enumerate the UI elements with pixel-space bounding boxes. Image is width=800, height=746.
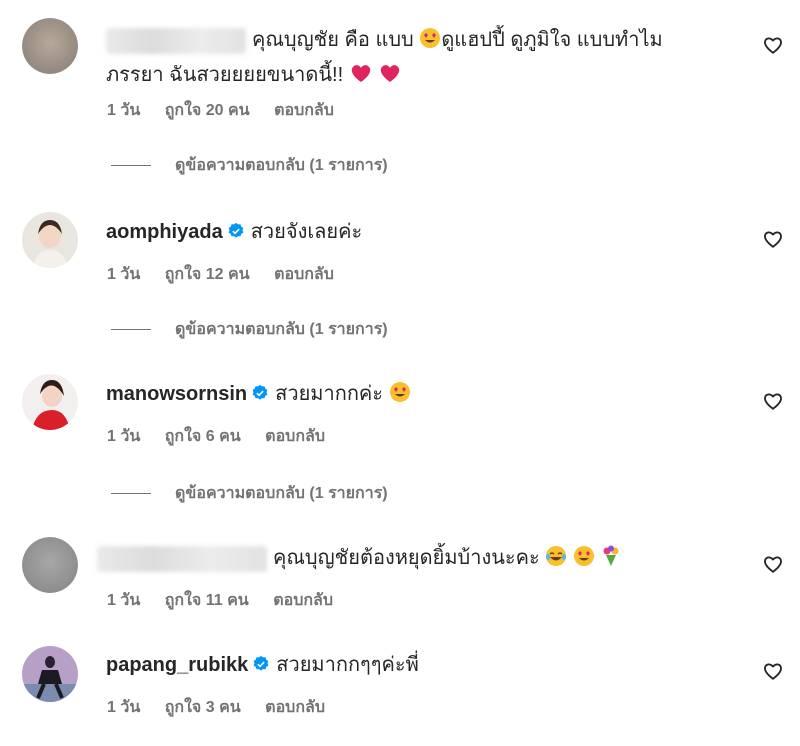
view-replies-button[interactable]: ดูข้อความตอบกลับ (1 รายการ)	[111, 153, 388, 178]
avatar[interactable]	[22, 537, 78, 593]
username-link[interactable]: manowsornsin	[106, 383, 247, 405]
reply-button[interactable]: ตอบกลับ	[265, 699, 325, 716]
comment-text: คุณบุญชัยต้องหยุดยิ้มบ้างนะคะ	[97, 542, 717, 577]
like-heart-icon[interactable]	[762, 228, 784, 250]
blurred-username[interactable]	[106, 27, 246, 54]
comment-text: aomphiyada สวยจังเลยค่ะ	[106, 216, 726, 248]
comment-time: 1 วัน	[107, 699, 141, 716]
red-heart-emoji-icon	[349, 62, 373, 94]
like-heart-icon[interactable]	[762, 390, 784, 412]
reply-button[interactable]: ตอบกลับ	[274, 266, 334, 283]
reply-button[interactable]: ตอบกลับ	[273, 592, 333, 609]
username-link[interactable]: papang_rubikk	[106, 654, 248, 676]
comment-meta: 1 วัน ถูกใจ 12 คน ตอบกลับ	[107, 262, 354, 287]
avatar[interactable]	[22, 212, 78, 268]
divider-line	[111, 329, 151, 330]
avatar[interactable]	[22, 646, 78, 702]
comment-time: 1 วัน	[107, 428, 141, 445]
view-replies-label: ดูข้อความตอบกลับ (1 รายการ)	[175, 157, 388, 174]
heart-eyes-emoji-icon	[419, 27, 441, 59]
divider-line	[111, 493, 151, 494]
bouquet-emoji-icon	[600, 545, 622, 577]
red-heart-emoji-icon	[378, 62, 402, 94]
likes-count[interactable]: ถูกใจ 11 คน	[165, 592, 249, 609]
verified-badge-icon	[251, 380, 269, 400]
comment-time: 1 วัน	[107, 102, 141, 119]
avatar[interactable]	[22, 374, 78, 430]
view-replies-button[interactable]: ดูข้อความตอบกลับ (1 รายการ)	[111, 317, 388, 342]
view-replies-button[interactable]: ดูข้อความตอบกลับ (1 รายการ)	[111, 481, 388, 506]
view-replies-label: ดูข้อความตอบกลับ (1 รายการ)	[175, 485, 388, 502]
blurred-username[interactable]	[97, 545, 267, 572]
comment-text: manowsornsin สวยมากกค่ะ	[106, 378, 726, 413]
divider-line	[111, 165, 151, 166]
reply-button[interactable]: ตอบกลับ	[274, 102, 334, 119]
like-heart-icon[interactable]	[762, 553, 784, 575]
likes-count[interactable]: ถูกใจ 6 คน	[165, 428, 241, 445]
comment-time: 1 วัน	[107, 266, 141, 283]
like-heart-icon[interactable]	[762, 34, 784, 56]
username-link[interactable]: aomphiyada	[106, 221, 223, 243]
heart-eyes-emoji-icon	[389, 381, 411, 413]
comment-meta: 1 วัน ถูกใจ 20 คน ตอบกลับ	[107, 98, 354, 123]
verified-badge-icon	[227, 218, 245, 238]
like-heart-icon[interactable]	[762, 660, 784, 682]
comment-text: papang_rubikk สวยมากกๆๆค่ะพี่	[106, 649, 726, 681]
likes-count[interactable]: ถูกใจ 3 คน	[165, 699, 241, 716]
laughing-tears-emoji-icon	[545, 545, 567, 577]
view-replies-label: ดูข้อความตอบกลับ (1 รายการ)	[175, 321, 388, 338]
comment-meta: 1 วัน ถูกใจ 6 คน ตอบกลับ	[107, 424, 345, 449]
comment-meta: 1 วัน ถูกใจ 11 คน ตอบกลับ	[107, 588, 353, 613]
heart-eyes-emoji-icon	[573, 545, 595, 577]
comment-time: 1 วัน	[107, 592, 141, 609]
likes-count[interactable]: ถูกใจ 20 คน	[165, 102, 250, 119]
reply-button[interactable]: ตอบกลับ	[265, 428, 325, 445]
likes-count[interactable]: ถูกใจ 12 คน	[165, 266, 250, 283]
verified-badge-icon	[252, 651, 270, 671]
comment-meta: 1 วัน ถูกใจ 3 คน ตอบกลับ	[107, 695, 345, 720]
comment-text: คุณบุญชัย คือ แบบ ดูแฮปปี้ ดูภูมิใจ แบบท…	[106, 24, 726, 94]
avatar[interactable]	[22, 18, 78, 74]
